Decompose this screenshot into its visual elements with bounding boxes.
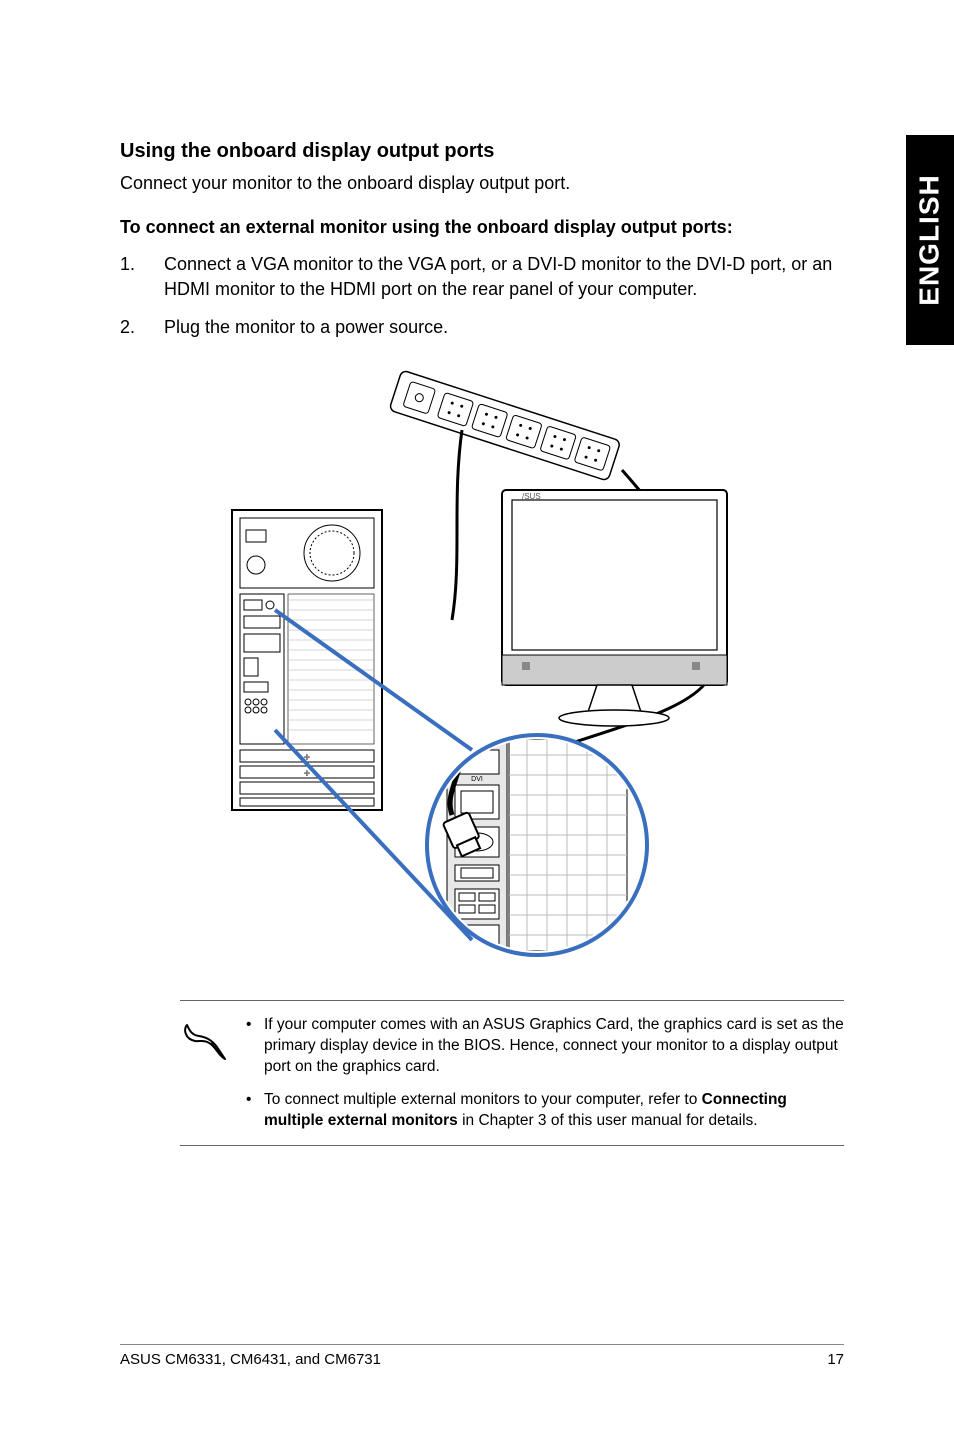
note-item-text-part2: in Chapter 3 of this user manual for det… [458,1112,758,1129]
page-footer: ASUS CM6331, CM6431, and CM6731 17 [120,1344,844,1368]
footer-left: ASUS CM6331, CM6431, and CM6731 [120,1351,381,1368]
connection-diagram: /SUS [202,360,762,960]
step-row: 1. Connect a VGA monitor to the VGA port… [120,252,844,302]
section-intro: Connect your monitor to the onboard disp… [120,171,844,195]
svg-text:DVI: DVI [471,776,483,783]
steps-list: 1. Connect a VGA monitor to the VGA port… [120,252,844,340]
note-item: If your computer comes with an ASUS Grap… [246,1015,844,1078]
section-subhead: To connect an external monitor using the… [120,217,844,238]
svg-text:✛: ✛ [304,769,311,778]
step-number: 1. [120,252,164,302]
note-text: If your computer comes with an ASUS Grap… [246,1015,844,1132]
note-item-text: If your computer comes with an ASUS Grap… [264,1016,844,1075]
note-block: If your computer comes with an ASUS Grap… [180,1000,844,1147]
step-text: Connect a VGA monitor to the VGA port, o… [164,252,844,302]
svg-text:/SUS: /SUS [522,492,541,501]
page: ENGLISH Using the onboard display output… [0,0,954,1438]
language-tab-label: ENGLISH [914,174,946,305]
step-text: Plug the monitor to a power source. [164,315,844,340]
section-title: Using the onboard display output ports [120,140,844,163]
footer-page-number: 17 [827,1351,844,1368]
note-item: To connect multiple external monitors to… [246,1090,844,1132]
language-tab: ENGLISH [906,135,954,345]
note-item-text-part1: To connect multiple external monitors to… [264,1091,702,1108]
note-icon [180,1015,228,1132]
step-row: 2. Plug the monitor to a power source. [120,315,844,340]
step-number: 2. [120,315,164,340]
